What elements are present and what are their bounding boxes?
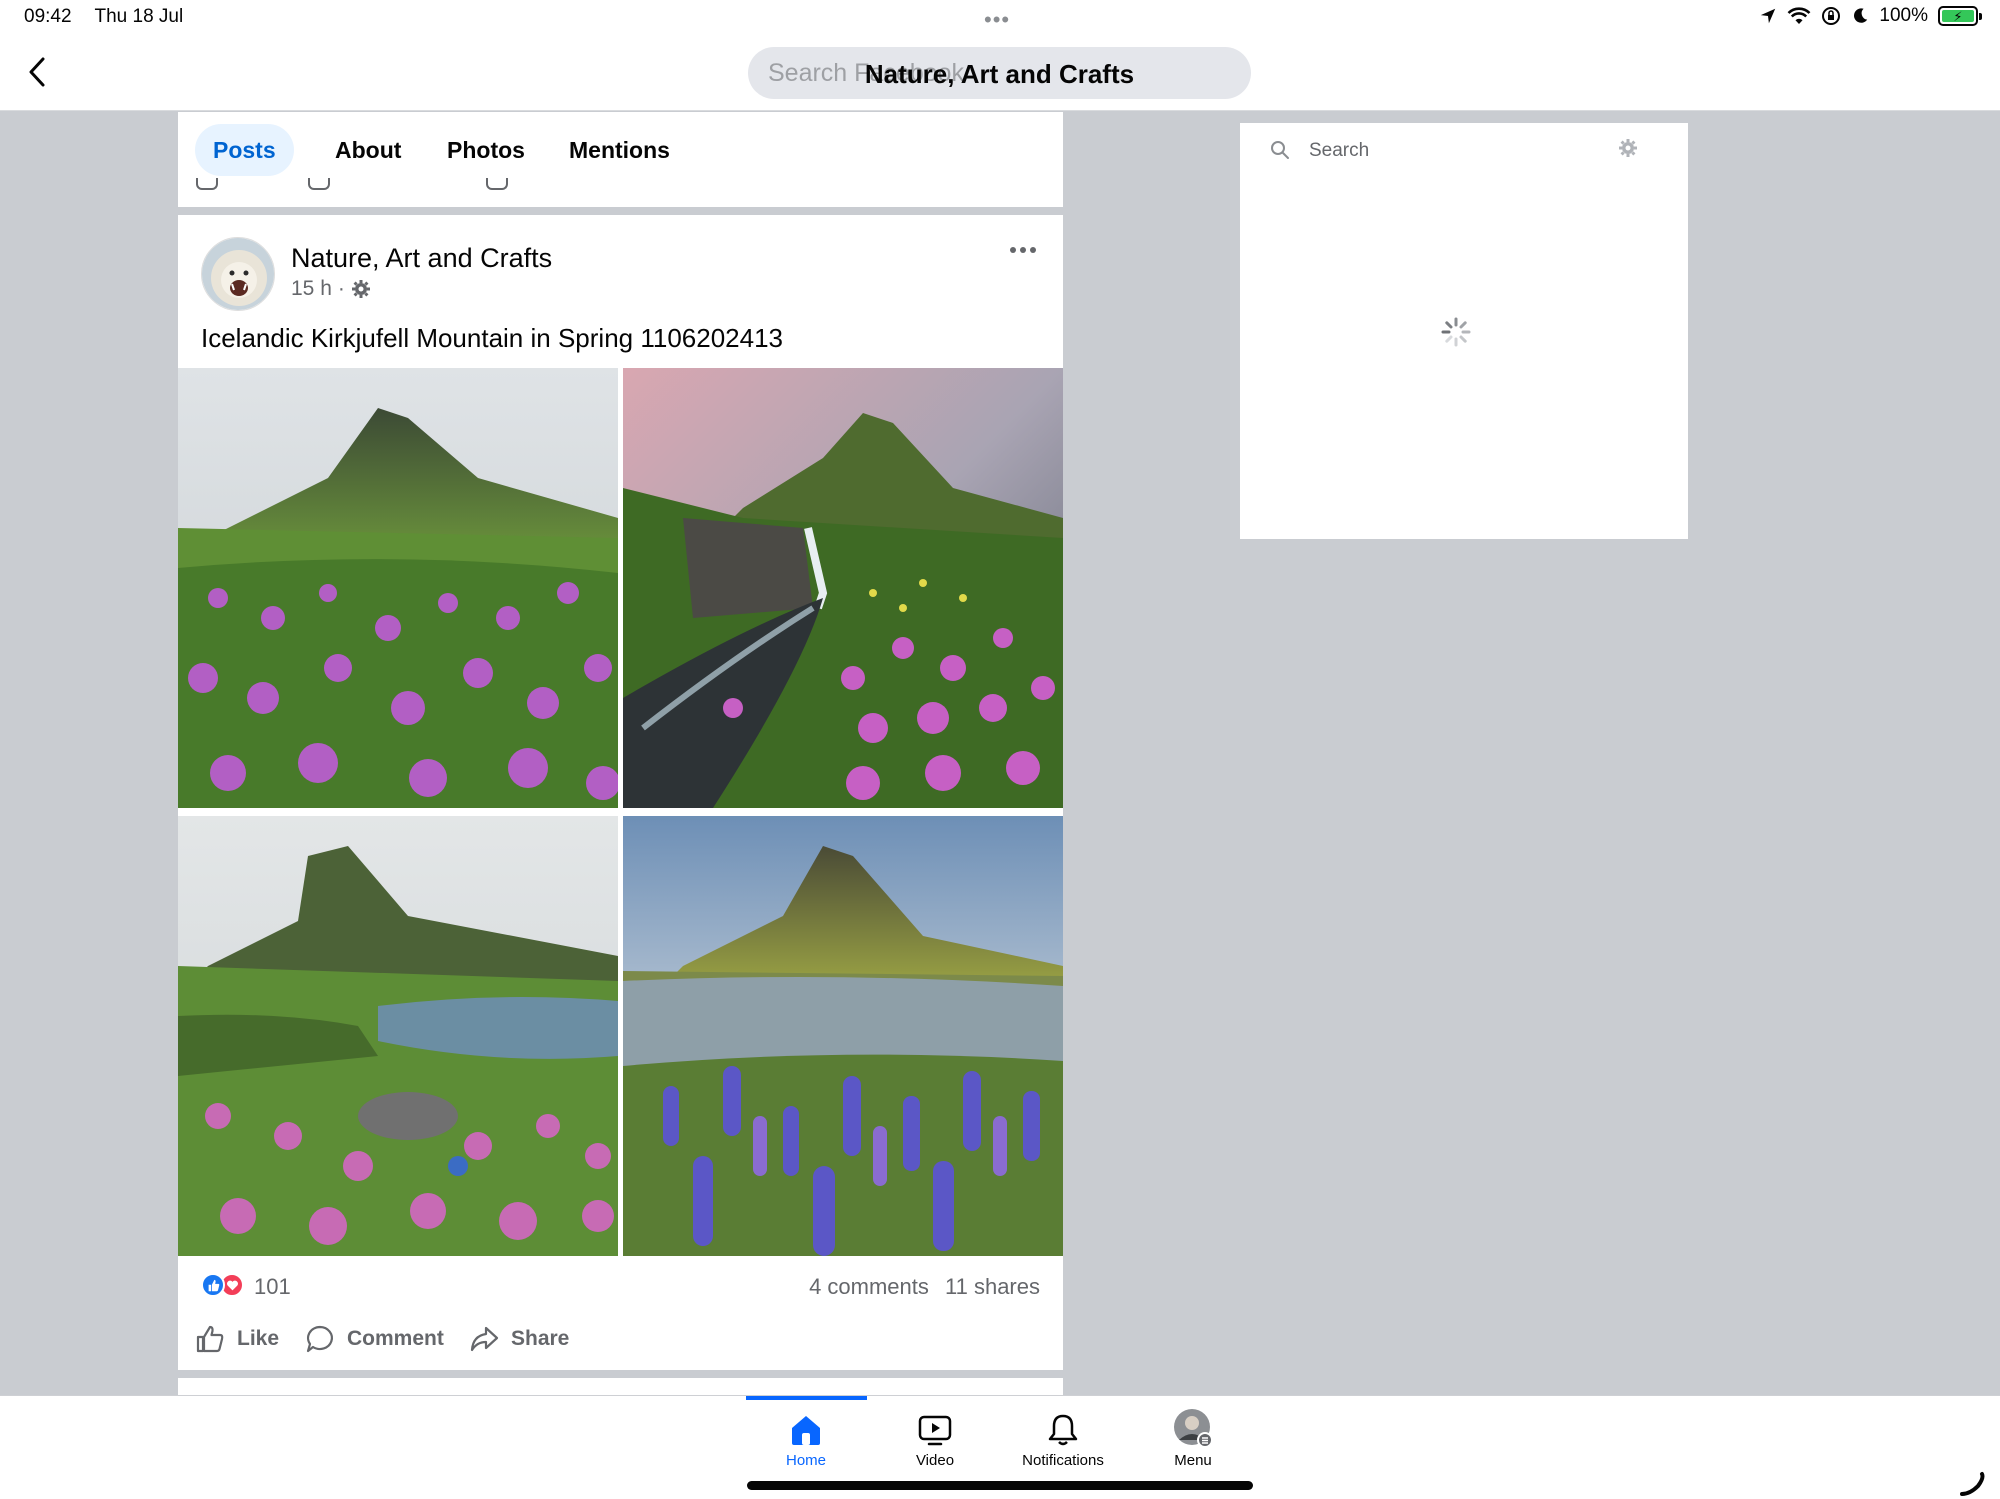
- tab-about[interactable]: About: [317, 124, 419, 176]
- post-meta: 15 h ·: [291, 277, 371, 301]
- nav-menu-label: Menu: [1174, 1452, 1212, 1469]
- reaction-count: 101: [254, 1274, 291, 1299]
- photo-grid: [178, 368, 1063, 1256]
- like-button[interactable]: Like: [195, 1314, 279, 1364]
- photo-1[interactable]: [178, 368, 618, 808]
- profile-avatar-icon: [1174, 1409, 1213, 1448]
- post-page-name[interactable]: Nature, Art and Crafts: [291, 243, 552, 274]
- loading-spinner-icon: [1440, 316, 1472, 348]
- nav-home-label: Home: [785, 1452, 826, 1469]
- nav-video-label: Video: [915, 1452, 955, 1469]
- active-tab-indicator: [746, 1396, 867, 1400]
- like-label: Like: [237, 1327, 280, 1350]
- tab-posts[interactable]: Posts: [195, 124, 294, 176]
- comments-count[interactable]: 4 comments: [809, 1274, 929, 1299]
- video-icon: [918, 1415, 952, 1446]
- tab-mentions[interactable]: Mentions: [551, 124, 688, 176]
- photo-3[interactable]: [178, 816, 618, 1256]
- multitasking-dots-icon[interactable]: •••: [984, 7, 1010, 33]
- nav-notifications-label: Notifications: [1022, 1452, 1104, 1469]
- post-caption: Icelandic Kirkjufell Mountain in Spring …: [201, 323, 784, 353]
- engagement-counts: 4 comments 11 shares: [799, 1274, 1040, 1300]
- next-post-card: [178, 1378, 1063, 1395]
- gear-icon: [351, 280, 370, 298]
- photo-4[interactable]: [623, 816, 1063, 1256]
- more-options-icon[interactable]: [1003, 235, 1043, 265]
- right-panel: Search: [1240, 123, 1688, 539]
- nav-home[interactable]: Home: [741, 1408, 871, 1469]
- nav-video[interactable]: Video: [870, 1408, 1000, 1469]
- photo-2[interactable]: [623, 368, 1063, 808]
- wifi-icon: [1787, 7, 1811, 24]
- meta-separator: ·: [337, 277, 345, 300]
- page-title: Nature, Art and Crafts: [864, 59, 1135, 89]
- moon-icon: [1854, 8, 1868, 23]
- panel-settings-gear-icon[interactable]: [1618, 138, 1638, 163]
- home-icon: [792, 1416, 820, 1445]
- shares-count[interactable]: 11 shares: [945, 1274, 1040, 1299]
- feed-column[interactable]: Posts About Photos Mentions Nature, Art …: [178, 112, 1063, 1395]
- battery-charging-icon: ⚡: [1938, 6, 1982, 26]
- post-card: Nature, Art and Crafts 15 h · Icelandic …: [178, 215, 1063, 1370]
- share-button[interactable]: Share: [469, 1314, 569, 1364]
- share-icon: [470, 1326, 499, 1352]
- location-icon: [1761, 8, 1776, 24]
- status-bar-left: 09:42 Thu 18 Jul: [24, 6, 201, 28]
- scrolled-content-peek: [196, 178, 1046, 198]
- bottom-nav: Home Video Notifications Menu: [0, 1395, 2000, 1499]
- status-bar-right: 100% ⚡: [1759, 5, 1982, 27]
- status-time: 09:42: [24, 6, 72, 27]
- nav-notifications[interactable]: Notifications: [998, 1408, 1128, 1469]
- panel-search-label[interactable]: Search: [1309, 140, 1369, 162]
- page-tabs: Posts About Photos Mentions: [178, 112, 1063, 207]
- home-indicator[interactable]: [747, 1481, 1253, 1490]
- nav-menu[interactable]: Menu: [1128, 1408, 1258, 1469]
- search-bar[interactable]: Search Facebook Nature, Art and Crafts: [748, 47, 1251, 99]
- top-bar: 09:42 Thu 18 Jul ••• 100% ⚡ Search Faceb…: [0, 0, 2000, 111]
- bell-icon: [1048, 1414, 1078, 1446]
- reaction-icons: [201, 1273, 244, 1297]
- screen-lock-icon: [1822, 7, 1841, 25]
- tab-photos[interactable]: Photos: [429, 124, 543, 176]
- thumbs-up-icon: [196, 1325, 224, 1353]
- post-time: 15 h: [291, 277, 332, 300]
- page-avatar[interactable]: [201, 237, 275, 311]
- battery-percent: 100%: [1879, 5, 1928, 26]
- comment-label: Comment: [347, 1327, 444, 1350]
- back-button[interactable]: [20, 52, 54, 92]
- share-label: Share: [511, 1327, 570, 1350]
- status-date: Thu 18 Jul: [94, 6, 184, 27]
- comment-button[interactable]: Comment: [305, 1314, 444, 1364]
- chevron-left-icon: [29, 57, 45, 87]
- comment-icon: [306, 1325, 333, 1353]
- reactions-row[interactable]: 101 4 comments 11 shares: [178, 1268, 1063, 1308]
- post-actions: Like Comment Share: [178, 1314, 1063, 1364]
- search-icon[interactable]: [1270, 140, 1290, 165]
- phone-icon[interactable]: [1958, 1470, 1986, 1499]
- like-reaction-icon: [201, 1273, 225, 1297]
